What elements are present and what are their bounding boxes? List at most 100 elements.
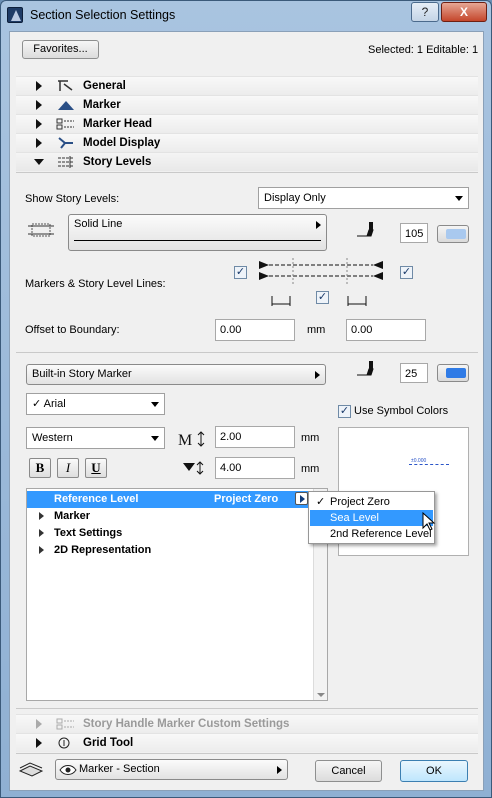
marker-head-icon [56,118,74,130]
tree-row-reference-level[interactable]: Reference Level Project Zero [27,491,315,508]
bold-button[interactable]: B [29,458,51,478]
menu-item-sea-level[interactable]: Sea Level [310,510,433,526]
marker-type-button[interactable]: Built-in Story Marker [26,364,326,385]
text-size-field[interactable]: 2.00 [215,426,295,448]
ok-button[interactable]: OK [400,760,468,782]
close-button[interactable]: X [441,2,487,22]
offset-boundary-label: Offset to Boundary: [25,324,120,336]
use-symbol-colors-checkbox[interactable]: ✓ [338,405,351,418]
line-check-checkbox[interactable]: ✓ [316,291,329,304]
underline-button[interactable]: U [85,458,107,478]
divider [16,708,478,709]
scroll-down-icon[interactable] [317,693,325,697]
offset-right-field[interactable]: 0.00 [346,319,426,341]
text-offset-icon [183,461,204,475]
chevron-down-icon [151,436,159,441]
font-check-icon: ✓ [32,398,42,410]
section-grid-tool-label: Grid Tool [83,737,134,749]
section-model-display[interactable]: Model Display [16,133,478,152]
menu-item-project-zero[interactable]: ✓ Project Zero [310,494,433,510]
line-pen-field[interactable]: 105 [400,223,428,243]
encoding-value: Western [32,432,73,444]
story-handle-icon [56,718,74,730]
marker-settings-tree[interactable]: Reference Level Project Zero Marker Text… [26,488,328,701]
window-title: Section Selection Settings [30,8,176,22]
marker-pen-field[interactable]: 25 [400,363,428,383]
expand-arrow-icon [36,81,42,91]
collapse-arrow-icon [34,159,44,165]
show-story-levels-select[interactable]: Display Only [258,187,469,209]
text-size-icon: M [178,431,205,448]
section-general[interactable]: General [16,76,478,95]
chevron-down-icon [455,196,463,201]
divider [16,753,478,754]
model-display-icon [58,137,73,149]
section-grid-tool[interactable]: Grid Tool [16,733,478,752]
check-icon: ✓ [316,496,326,508]
divider [16,172,478,173]
text-offset-field[interactable]: 4.00 [215,457,295,479]
section-story-handle-label: Story Handle Marker Custom Settings [83,718,290,730]
tree-row-2d-representation[interactable]: 2D Representation [27,542,315,559]
section-story-handle[interactable]: Story Handle Marker Custom Settings [16,714,478,733]
expand-arrow-icon [39,529,44,537]
text-size-unit: mm [301,432,320,444]
divider [16,352,478,353]
reference-level-popup-button[interactable] [295,492,308,505]
layer-label: Marker - Section [79,763,160,775]
menu-item-label: Sea Level [330,512,379,524]
expand-arrow-icon [36,738,42,748]
tree-row-label: Marker [54,510,91,522]
layer-button[interactable]: Marker - Section [55,759,288,780]
grid-tool-icon [58,737,70,749]
tree-row-marker[interactable]: Marker [27,508,315,525]
expand-arrow-icon [36,138,42,148]
encoding-select[interactable]: Western [26,427,165,449]
tree-row-label: 2D Representation [54,544,152,556]
story-levels-icon [58,156,74,168]
left-marker-checkbox[interactable]: ✓ [234,266,247,279]
menu-item-label: 2nd Reference Level [330,528,432,540]
expand-arrow-icon [36,719,42,729]
section-marker-label: Marker [83,99,121,111]
expand-arrow-icon [36,100,42,110]
menu-item-label: Project Zero [330,496,390,508]
italic-button[interactable]: I [57,458,79,478]
layers-icon [18,762,44,777]
help-button[interactable]: ? [411,2,439,22]
section-marker[interactable]: Marker [16,95,478,114]
cancel-button[interactable]: Cancel [315,760,382,782]
tree-row-text-settings[interactable]: Text Settings [27,525,315,542]
line-type-preview [74,240,321,241]
left-offset-icon [271,296,291,306]
menu-item-2nd-reference-level[interactable]: 2nd Reference Level [310,526,433,542]
marker-lines-diagram [259,258,383,284]
chevron-right-icon [300,495,305,503]
tree-row-value: Project Zero [214,493,279,505]
line-type-button[interactable]: Solid Line [68,214,327,251]
font-value: Arial [43,398,66,410]
offset-left-field[interactable]: 0.00 [215,319,295,341]
show-story-levels-label: Show Story Levels: [25,193,120,205]
section-marker-head[interactable]: Marker Head [16,114,478,133]
title-bar: Section Selection Settings ? X [1,1,491,31]
pen-icon [357,222,374,237]
font-select[interactable]: ✓ Arial [26,393,165,415]
dialog-window: Section Selection Settings ? X Favorites… [0,0,492,798]
use-symbol-colors-label: Use Symbol Colors [354,405,449,417]
line-type-label: Solid Line [74,218,123,230]
favorites-button[interactable]: Favorites... [22,40,99,59]
right-offset-icon [347,296,367,306]
pen-icon [357,361,374,376]
reference-level-menu: ✓ Project Zero Sea Level 2nd Reference L… [308,491,435,544]
line-pen-color-swatch[interactable] [437,225,469,243]
right-marker-checkbox[interactable]: ✓ [400,266,413,279]
dialog-client: Favorites... Selected: 1 Editable: 1 Gen… [9,31,484,791]
chevron-right-icon [315,371,320,379]
offset-unit: mm [307,324,326,336]
marker-pen-color-swatch[interactable] [437,364,469,382]
section-story-levels[interactable]: Story Levels [16,152,478,171]
cursor-icon [422,512,436,531]
marker-icon [58,101,74,110]
eye-icon [59,765,77,775]
